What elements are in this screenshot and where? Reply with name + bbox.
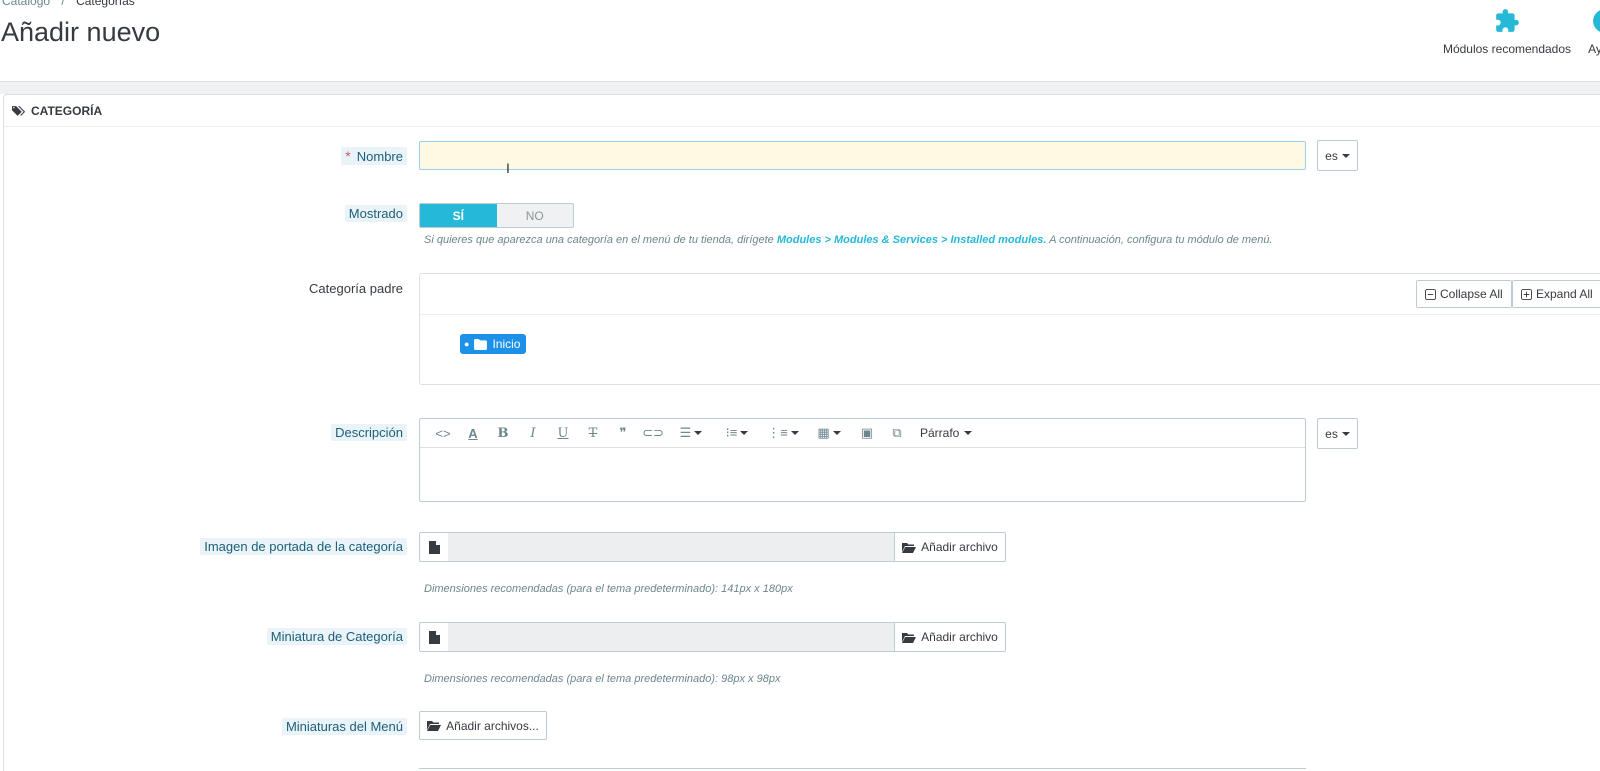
breadcrumb-separator: / xyxy=(61,0,65,8)
puzzle-icon xyxy=(1496,9,1519,32)
displayed-yes-option[interactable]: SÍ xyxy=(420,204,497,227)
panel-heading: CATEGORÍA xyxy=(4,95,1600,127)
bullet-list-dropdown[interactable]: ⁝≡ xyxy=(714,421,760,445)
name-language-value: es xyxy=(1325,148,1338,163)
file-icon xyxy=(419,622,448,652)
parent-category-label: Categoría padre xyxy=(309,281,403,296)
folder-icon xyxy=(474,338,488,350)
collapse-all-label: Collapse All xyxy=(1440,287,1503,301)
tree-node-label: Inicio xyxy=(492,337,521,351)
folder-open-icon xyxy=(902,542,917,553)
file-icon xyxy=(419,532,448,562)
displayed-help-suffix: A continuación, configura tu módulo de m… xyxy=(1046,234,1273,246)
text-color-icon[interactable]: A xyxy=(458,421,488,445)
table-dropdown[interactable]: ▦ xyxy=(806,421,852,445)
cover-image-help: Dimensiones recomendadas (para el tema p… xyxy=(424,583,793,595)
displayed-help-prefix: Si quieres que aparezca una categoría en… xyxy=(424,234,777,246)
numbered-list-dropdown[interactable]: ⋮≡ xyxy=(760,421,806,445)
menu-thumbnails-add-files-button[interactable]: Añadir archivos... xyxy=(419,711,547,740)
expand-all-button[interactable]: Expand All xyxy=(1512,280,1600,308)
folder-open-icon xyxy=(902,632,917,643)
minus-square-icon xyxy=(1425,288,1436,300)
image-icon[interactable]: ▣ xyxy=(852,421,882,445)
radio-dot-icon: ● xyxy=(464,339,470,349)
page-header: Catálogo / Categorías Añadir nuevo Módul… xyxy=(0,0,1600,82)
thumbnail-upload: Añadir archivo xyxy=(419,622,1006,652)
breadcrumb-item-categories[interactable]: Categorías xyxy=(76,0,135,8)
strikethrough-icon[interactable]: T xyxy=(578,421,608,445)
help-icon xyxy=(1593,10,1600,32)
cover-image-label: Imagen de portada de la categoría xyxy=(200,538,407,555)
bold-icon[interactable]: B xyxy=(488,421,518,445)
editor-toolbar: <> A B I U T ❞ ⊂⊃ ☰ ⁝≡ ⋮≡ ▦ ▣ ⧉ Párrafo xyxy=(420,419,1305,448)
required-mark: * xyxy=(345,148,351,164)
name-label: * Nombre xyxy=(341,147,407,165)
blockquote-icon[interactable]: ❞ xyxy=(608,421,638,445)
paragraph-format-dropdown[interactable]: Párrafo xyxy=(920,426,973,440)
page-title: Añadir nuevo xyxy=(1,17,161,47)
italic-icon[interactable]: I xyxy=(518,421,548,445)
tags-icon xyxy=(12,105,26,116)
recommended-modules-button[interactable]: Módulos recomendados xyxy=(1440,8,1574,56)
description-language-value: es xyxy=(1325,426,1338,441)
folder-open-icon xyxy=(427,721,442,731)
media-icon[interactable]: ⧉ xyxy=(882,421,912,445)
description-language-dropdown[interactable]: es xyxy=(1317,418,1358,449)
table-icon: ▦ xyxy=(817,425,830,440)
displayed-help-text: Si quieres que aparezca una categoría en… xyxy=(424,234,1273,246)
bullet-list-icon: ⁝≡ xyxy=(725,425,738,440)
caret-down-icon xyxy=(1341,431,1350,436)
thumbnail-file-input[interactable] xyxy=(448,622,894,652)
caret-down-icon xyxy=(740,431,749,435)
name-language-dropdown[interactable]: es xyxy=(1317,140,1358,171)
help-label: Ayuda xyxy=(1588,42,1600,56)
menu-thumbnails-label: Miniaturas del Menú xyxy=(281,718,407,735)
link-icon[interactable]: ⊂⊃ xyxy=(638,421,668,445)
description-editor: <> A B I U T ❞ ⊂⊃ ☰ ⁝≡ ⋮≡ ▦ ▣ ⧉ Párrafo xyxy=(419,418,1306,502)
panel-title: CATEGORÍA xyxy=(31,103,103,118)
cover-image-upload: Añadir archivo xyxy=(419,532,1006,562)
thumbnail-label: Miniatura de Categoría xyxy=(266,628,407,645)
name-input[interactable] xyxy=(419,141,1306,170)
caret-down-icon xyxy=(790,431,799,435)
installed-modules-link[interactable]: Modules > Modules & Services > Installed… xyxy=(777,234,1047,246)
breadcrumb-item-catalog[interactable]: Catálogo xyxy=(2,0,50,8)
breadcrumb: Catálogo / Categorías xyxy=(2,0,135,8)
thumbnail-add-file-button[interactable]: Añadir archivo xyxy=(894,622,1006,652)
thumbnail-help: Dimensiones recomendadas (para el tema p… xyxy=(424,673,781,685)
menu-thumbnails-add-files-label: Añadir archivos... xyxy=(446,718,539,733)
description-label: Descripción xyxy=(331,424,407,441)
displayed-switch[interactable]: SÍ NO xyxy=(419,203,574,228)
underline-icon[interactable]: U xyxy=(548,421,578,445)
tree-toolbar: Collapse All Expand All xyxy=(420,274,1600,315)
name-label-text: Nombre xyxy=(356,149,403,164)
help-button[interactable]: Ayuda xyxy=(1585,8,1600,56)
recommended-modules-label: Módulos recomendados xyxy=(1442,42,1572,56)
align-left-icon: ☰ xyxy=(679,425,692,440)
cover-image-add-file-label: Añadir archivo xyxy=(921,540,998,554)
numbered-list-icon: ⋮≡ xyxy=(767,425,788,440)
category-tree: Collapse All Expand All ● Inicio xyxy=(419,273,1600,385)
caret-down-icon xyxy=(964,431,973,435)
cover-image-add-file-button[interactable]: Añadir archivo xyxy=(894,532,1006,562)
caret-down-icon xyxy=(832,431,841,435)
cover-image-file-input[interactable] xyxy=(448,532,894,562)
plus-square-icon xyxy=(1521,288,1532,300)
displayed-no-option[interactable]: NO xyxy=(496,204,573,227)
caret-down-icon xyxy=(1341,153,1350,158)
paragraph-format-value: Párrafo xyxy=(920,426,960,440)
align-dropdown[interactable]: ☰ xyxy=(668,421,714,445)
thumbnail-add-file-label: Añadir archivo xyxy=(921,630,998,644)
caret-down-icon xyxy=(694,431,703,435)
collapse-all-button[interactable]: Collapse All xyxy=(1416,280,1512,308)
displayed-label: Mostrado xyxy=(344,205,407,222)
content-background xyxy=(0,82,1600,94)
code-view-icon[interactable]: <> xyxy=(428,421,458,445)
tree-node-home[interactable]: ● Inicio xyxy=(460,334,527,354)
expand-all-label: Expand All xyxy=(1536,287,1593,301)
